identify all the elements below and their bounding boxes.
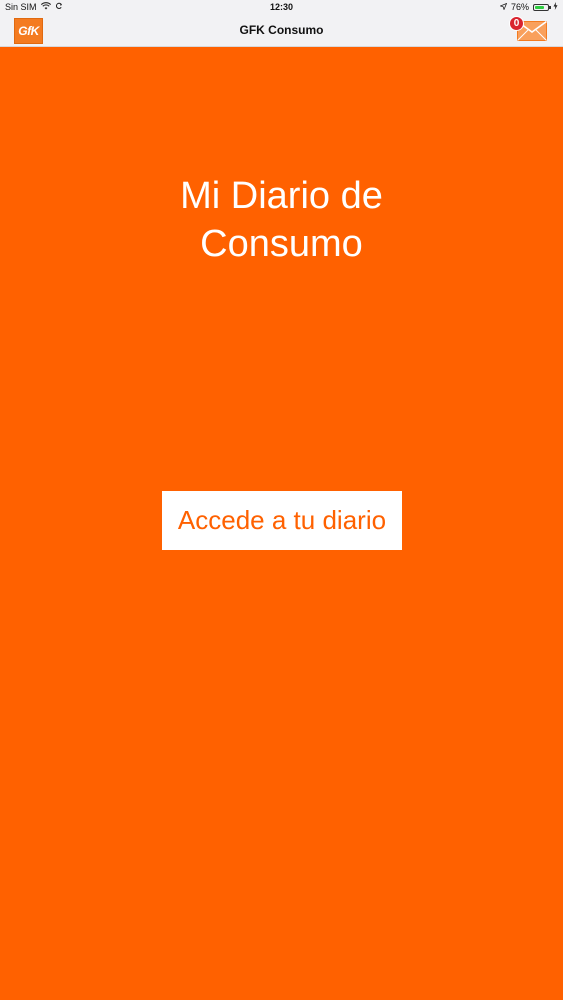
page-title: Mi Diario de Consumo [0, 172, 563, 268]
mail-badge: 0 [509, 16, 524, 31]
page-title-line-1: Mi Diario de [180, 175, 383, 217]
battery-icon [533, 3, 551, 11]
navigation-bar: GfK GFK Consumo 0 [0, 14, 563, 47]
charging-icon [553, 0, 558, 14]
battery-percent: 76% [510, 2, 529, 12]
page-title-line-2: Consumo [200, 223, 363, 265]
battery-level-fill [535, 5, 545, 9]
status-time: 12:30 [269, 2, 294, 12]
nav-title: GFK Consumo [239, 23, 324, 37]
location-arrow-icon [499, 0, 508, 14]
status-bar: Sin SIM 12:30 76% [0, 0, 563, 14]
status-right: 76% [499, 0, 558, 14]
mail-button[interactable]: 0 [509, 16, 547, 42]
access-diary-button[interactable]: Accede a tu diario [162, 491, 402, 550]
